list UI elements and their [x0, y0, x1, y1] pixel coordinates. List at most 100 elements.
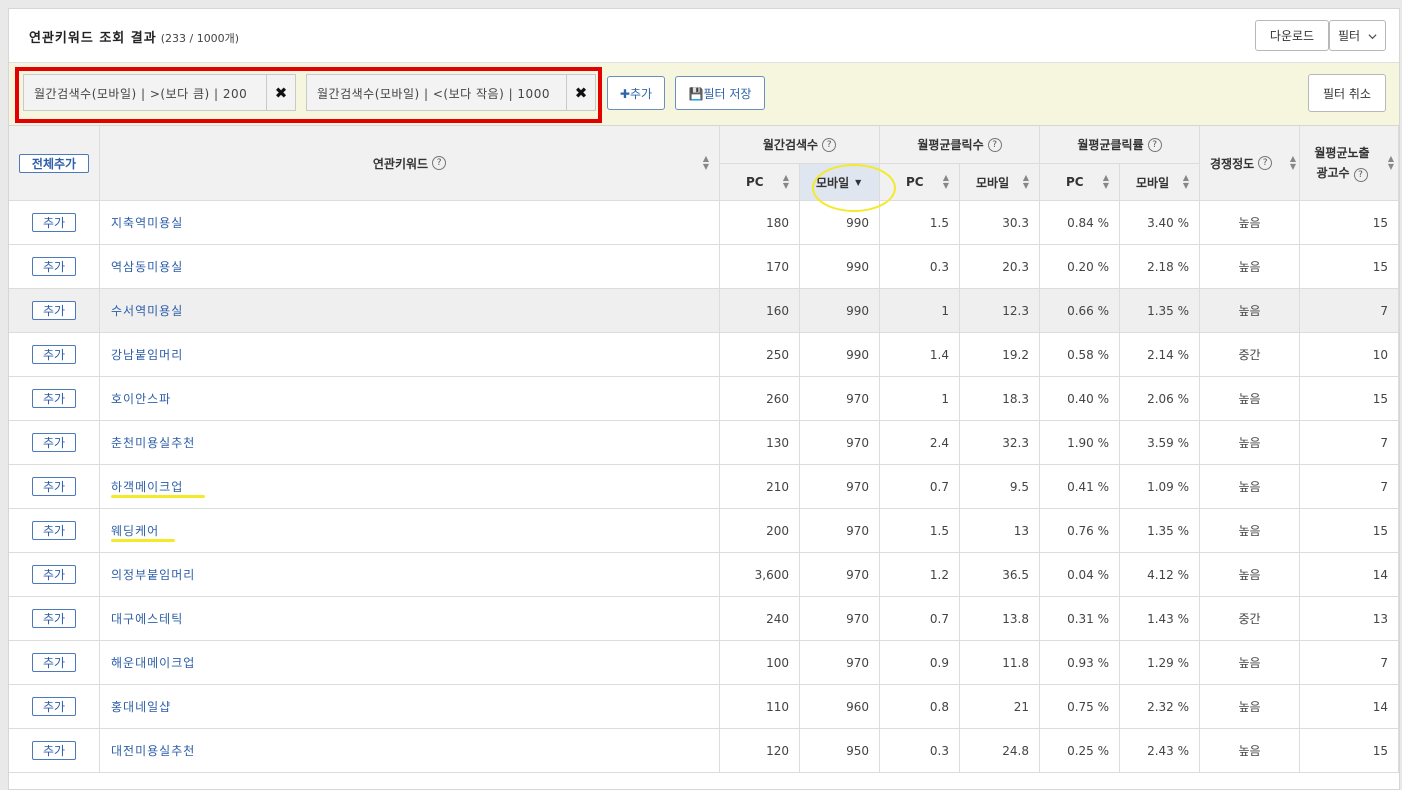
- sort-icon: ▲ ▼: [1022, 173, 1029, 190]
- help-icon[interactable]: ?: [1258, 156, 1273, 170]
- help-icon[interactable]: ?: [1147, 137, 1162, 152]
- search-pc-value-cell: 250: [720, 333, 800, 377]
- keyword-link[interactable]: 하객메이크업: [111, 478, 183, 495]
- cancel-filter-label: 필터 취소: [1323, 86, 1371, 101]
- competition-value-cell: 높음: [1200, 641, 1300, 685]
- help-icon[interactable]: ?: [432, 156, 447, 170]
- clicks-pc-value: 1: [941, 391, 949, 406]
- row-add-button[interactable]: 추가: [32, 433, 76, 452]
- clicks-mobile-header[interactable]: 모바일 ▲ ▼: [960, 164, 1040, 201]
- keyword-column-header[interactable]: 연관키워드? ▲ ▼: [100, 126, 720, 201]
- keyword-link[interactable]: 강남붙임머리: [111, 346, 183, 363]
- search-mobile-value-cell: 960: [800, 685, 880, 729]
- clicks-pc-value: 0.7: [929, 479, 949, 494]
- clicks-mobile-value-cell: 19.2: [960, 333, 1040, 377]
- clicks-pc-value-cell: 2.4: [880, 421, 960, 465]
- row-add-cell: 추가: [9, 685, 100, 729]
- keyword-link[interactable]: 홍대네일샵: [111, 698, 171, 715]
- search-mobile-value: 970: [846, 435, 869, 450]
- results-panel: 연관키워드 조회 결과 (233 / 1000개) 다운로드 필터 월간검색수(모…: [8, 8, 1400, 790]
- add-all-button[interactable]: 전체추가: [19, 153, 89, 173]
- ctr-mobile-value-cell: 3.59 %: [1120, 421, 1200, 465]
- ctr-pc-value: 0.40 %: [1067, 391, 1109, 406]
- keyword-link[interactable]: 웨딩케어: [111, 522, 159, 539]
- keyword-link[interactable]: 대구에스테틱: [111, 610, 183, 627]
- row-add-button[interactable]: 추가: [32, 697, 76, 716]
- help-icon[interactable]: ?: [987, 137, 1002, 152]
- search-mobile-value: 990: [846, 215, 869, 230]
- help-icon[interactable]: ?: [1353, 168, 1368, 182]
- search-pc-value-cell: 170: [720, 245, 800, 289]
- help-icon[interactable]: ?: [822, 137, 837, 152]
- search-pc-value-cell: 180: [720, 201, 800, 245]
- ad-count-value: 15: [1372, 259, 1388, 274]
- monthly-search-label: 월간검색수: [762, 138, 819, 152]
- keyword-link[interactable]: 해운대메이크업: [111, 654, 195, 671]
- row-add-button[interactable]: 추가: [32, 257, 76, 276]
- ctr-pc-value: 0.58 %: [1067, 347, 1109, 362]
- keyword-link[interactable]: 호이안스파: [111, 390, 171, 407]
- ctr-pc-value-cell: 0.25 %: [1040, 729, 1120, 773]
- ad-count-value: 7: [1380, 435, 1388, 450]
- row-add-button[interactable]: 추가: [32, 653, 76, 672]
- keyword-link-cell: 수서역미용실: [100, 289, 720, 333]
- row-add-cell: 추가: [9, 641, 100, 685]
- clicks-mobile-value: 13: [1013, 523, 1029, 538]
- competition-value: 높음: [1238, 700, 1261, 714]
- clicks-pc-value: 1.5: [929, 215, 949, 230]
- clicks-mobile-value: 32.3: [1002, 435, 1029, 450]
- competition-value-cell: 높음: [1200, 685, 1300, 729]
- ad-count-value-cell: 14: [1300, 553, 1399, 597]
- row-add-button[interactable]: 추가: [32, 301, 76, 320]
- competition-value-cell: 높음: [1200, 553, 1300, 597]
- clicks-pc-value-cell: 1.4: [880, 333, 960, 377]
- ctr-pc-header[interactable]: PC ▲ ▼: [1040, 164, 1120, 201]
- avg-ctr-header: 월평균클릭률?: [1040, 126, 1200, 164]
- search-pc-value-cell: 130: [720, 421, 800, 465]
- row-add-button[interactable]: 추가: [32, 741, 76, 760]
- ctr-mobile-header[interactable]: 모바일 ▲ ▼: [1120, 164, 1200, 201]
- row-add-button[interactable]: 추가: [32, 565, 76, 584]
- ctr-mobile-value-cell: 2.14 %: [1120, 333, 1200, 377]
- keyword-link[interactable]: 지축역미용실: [111, 214, 183, 231]
- ctr-pc-value: 0.20 %: [1067, 259, 1109, 274]
- cancel-filter-button[interactable]: 필터 취소: [1308, 74, 1386, 112]
- sort-icon: ▲ ▼: [1182, 173, 1189, 190]
- row-add-button[interactable]: 추가: [32, 521, 76, 540]
- keyword-link[interactable]: 대전미용실추천: [111, 742, 195, 759]
- search-mobile-value-cell: 970: [800, 465, 880, 509]
- ctr-pc-value: 0.76 %: [1067, 523, 1109, 538]
- search-mobile-value-cell: 970: [800, 553, 880, 597]
- search-pc-value: 170: [766, 259, 789, 274]
- save-filter-button[interactable]: 💾필터 저장: [675, 76, 765, 110]
- row-add-button[interactable]: 추가: [32, 477, 76, 496]
- search-pc-value-cell: 100: [720, 641, 800, 685]
- clicks-mobile-value-cell: 32.3: [960, 421, 1040, 465]
- keyword-link[interactable]: 역삼동미용실: [111, 258, 183, 275]
- ad-count-header[interactable]: 월평균노출 광고수? ▲ ▼: [1300, 126, 1399, 201]
- ad-count-value: 15: [1372, 743, 1388, 758]
- keyword-link-cell: 의정부붙임머리: [100, 553, 720, 597]
- row-add-button[interactable]: 추가: [32, 609, 76, 628]
- competition-value: 높음: [1238, 524, 1261, 538]
- results-count: (233 / 1000개): [160, 32, 240, 45]
- keyword-link[interactable]: 의정부붙임머리: [111, 566, 195, 583]
- row-add-button[interactable]: 추가: [32, 213, 76, 232]
- ctr-pc-value: 0.66 %: [1067, 303, 1109, 318]
- row-add-cell: 추가: [9, 553, 100, 597]
- keyword-link[interactable]: 춘천미용실추천: [111, 434, 195, 451]
- clicks-pc-value: 1.2: [929, 567, 949, 582]
- filter-dropdown-button[interactable]: 필터: [1329, 20, 1386, 51]
- keyword-link[interactable]: 수서역미용실: [111, 302, 183, 319]
- search-pc-header[interactable]: PC ▲ ▼: [720, 164, 800, 201]
- ad-count-value-cell: 15: [1300, 377, 1399, 421]
- clicks-pc-value: 1.4: [929, 347, 949, 362]
- add-filter-button[interactable]: ✚추가: [607, 76, 665, 110]
- competition-header[interactable]: 경쟁정도? ▲ ▼: [1200, 126, 1300, 201]
- results-title: 연관키워드 조회 결과 (233 / 1000개): [29, 27, 239, 46]
- download-button[interactable]: 다운로드: [1255, 20, 1329, 51]
- competition-value-cell: 높음: [1200, 421, 1300, 465]
- row-add-button[interactable]: 추가: [32, 389, 76, 408]
- ctr-mobile-value: 1.35 %: [1147, 303, 1189, 318]
- row-add-button[interactable]: 추가: [32, 345, 76, 364]
